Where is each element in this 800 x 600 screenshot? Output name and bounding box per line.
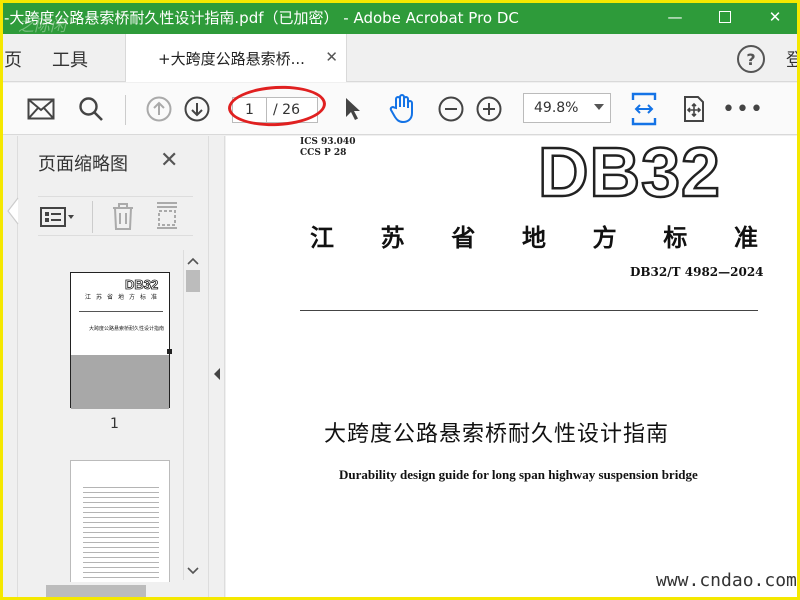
- hand-icon: [389, 94, 413, 124]
- window-title: -大跨度公路悬索桥耐久性设计指南.pdf（已加密） - Adobe Acroba…: [4, 8, 519, 27]
- minus-circle-icon: [438, 96, 464, 122]
- fit-page-icon: [631, 92, 657, 126]
- doc-prov-char: 方: [592, 223, 617, 252]
- tab-close-icon[interactable]: ✕: [325, 48, 338, 66]
- plus-circle-icon: [476, 96, 502, 122]
- doc-standard-number: DB32/T 4982—2024: [630, 265, 764, 279]
- doc-title-cn: 大跨度公路悬索桥耐久性设计指南: [324, 422, 670, 447]
- zoom-in-button[interactable]: [472, 83, 506, 135]
- search-icon: [79, 97, 103, 121]
- extract-page-button[interactable]: [154, 201, 180, 235]
- maximize-icon: [719, 11, 731, 23]
- tab-document[interactable]: +大跨度公路悬索桥... ✕: [125, 34, 347, 82]
- doc-ccs-code: CCS P 28: [300, 148, 347, 158]
- more-tools-button[interactable]: •••: [722, 83, 763, 135]
- page-thumbnail-1[interactable]: DB32 江苏省地方标准 大跨度公路悬索桥耐久性设计指南: [70, 272, 172, 409]
- collapse-panel-icon: [214, 368, 220, 380]
- chevron-down-icon: [594, 104, 604, 110]
- thumbnail-title: 大跨度公路悬索桥耐久性设计指南: [89, 326, 165, 332]
- delete-page-button[interactable]: [110, 201, 136, 235]
- help-icon[interactable]: ?: [737, 45, 765, 73]
- panel-splitter[interactable]: [208, 136, 225, 600]
- doc-prov-char: 地: [521, 223, 546, 252]
- zoom-level-select[interactable]: 49.8%: [523, 93, 611, 123]
- panel-separator: [92, 201, 93, 233]
- doc-province-standard: 江 苏 省 地 方 标 准: [310, 218, 758, 253]
- thumbnail-toc-lines: [83, 487, 159, 583]
- minimize-icon: —: [667, 8, 683, 26]
- trash-icon: [113, 203, 133, 230]
- maximize-button[interactable]: [700, 0, 750, 34]
- thumbnail-horizontal-scrollbar[interactable]: [22, 582, 182, 600]
- doc-ics-code: ICS 93.040: [300, 137, 356, 147]
- zoom-level-value: 49.8%: [534, 100, 579, 116]
- email-button[interactable]: [22, 83, 60, 135]
- thumbnail-lower-region: [71, 355, 169, 409]
- minimize-button[interactable]: —: [650, 0, 700, 34]
- panel-pointer-icon: [7, 197, 19, 225]
- hscrollbar-thumb[interactable]: [46, 585, 146, 597]
- doc-prov-char: 省: [451, 223, 476, 252]
- thumbnail-province: 江苏省地方标准: [85, 294, 163, 301]
- page-thumbnail-2[interactable]: [70, 460, 170, 590]
- doc-title-en: Durability design guide for long span hi…: [339, 467, 698, 482]
- scrollbar-thumb[interactable]: [186, 270, 200, 292]
- panel-title: 页面缩略图: [38, 154, 128, 175]
- site-watermark: www.cndao.com: [656, 570, 797, 591]
- select-tool-button[interactable]: [338, 83, 368, 135]
- tab-label: +大跨度公路悬索桥...: [158, 49, 305, 68]
- close-window-button[interactable]: ✕: [750, 0, 800, 34]
- menu-home[interactable]: 页: [4, 46, 22, 72]
- thumbnail-corner-mark: [167, 349, 172, 354]
- doc-prov-char: 江: [310, 223, 334, 252]
- hand-tool-button[interactable]: [384, 83, 420, 135]
- menu-bar: 页 工具: [0, 34, 800, 82]
- doc-db-code: DB32: [537, 132, 721, 213]
- cursor-arrow-icon: [346, 98, 360, 120]
- previous-page-button[interactable]: [142, 83, 176, 135]
- doc-divider: [300, 310, 758, 311]
- next-page-button[interactable]: [180, 83, 214, 135]
- move-page-icon: [684, 96, 704, 122]
- panel-close-icon[interactable]: ✕: [160, 148, 178, 173]
- panel-strip: [0, 136, 19, 600]
- scroll-up-icon: [187, 257, 199, 265]
- thumbnail-db-code: DB32: [125, 277, 159, 293]
- title-bar: -大跨度公路悬索桥耐久性设计指南.pdf（已加密） - Adobe Acroba…: [0, 0, 800, 35]
- list-options-icon: [40, 207, 74, 227]
- arrow-up-circle-icon: [146, 96, 172, 122]
- thumbnail-options-button[interactable]: [40, 204, 80, 230]
- doc-prov-char: 苏: [380, 223, 405, 252]
- scroll-down-icon: [187, 567, 199, 575]
- zoom-out-button[interactable]: [434, 83, 468, 135]
- thumbnail-rule: [79, 311, 163, 312]
- email-icon: [27, 98, 55, 120]
- doc-prov-char: 准: [733, 223, 758, 252]
- toolbar-separator: [125, 95, 126, 125]
- page-extract-icon: [157, 202, 177, 229]
- panel-toolbar: [38, 196, 193, 236]
- doc-classification: ICS 93.040 CCS P 28: [300, 137, 355, 159]
- more-icon: •••: [722, 96, 764, 122]
- arrow-down-circle-icon: [184, 96, 210, 122]
- thumbnail-vertical-scrollbar[interactable]: [183, 250, 201, 580]
- menu-tools[interactable]: 工具: [52, 46, 88, 72]
- doc-prov-char: 标: [663, 223, 688, 252]
- search-button[interactable]: [72, 83, 110, 135]
- thumbnail-page-number: 1: [110, 416, 119, 432]
- watermark-logo: 之际闲: [18, 16, 67, 35]
- close-icon: ✕: [768, 8, 782, 26]
- login-link[interactable]: 登: [786, 46, 800, 72]
